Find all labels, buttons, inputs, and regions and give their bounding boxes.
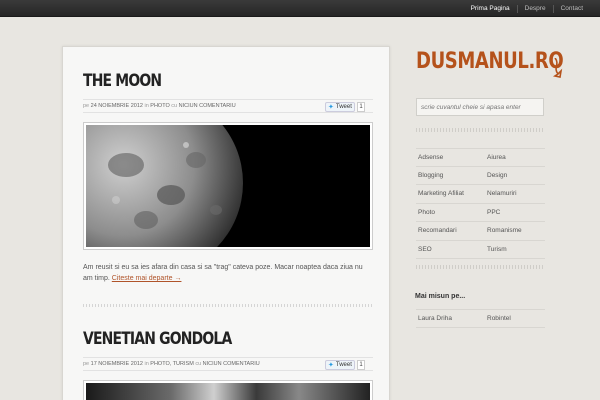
link-robintel[interactable]: Robintel [485, 310, 545, 327]
main-content: The Moon pe 24 noiembrie 2012 in Photo c… [62, 46, 390, 400]
tweet-count: 1 [357, 102, 365, 112]
links-widget-title: Mai misun pe... [415, 293, 466, 300]
category-adsense[interactable]: Adsense [416, 149, 485, 166]
category-row: Blogging Design [416, 167, 545, 185]
gondola-photo [86, 383, 370, 400]
post-title[interactable]: Venetian Gondola [83, 329, 321, 349]
post-the-moon: The Moon pe 24 noiembrie 2012 in Photo c… [83, 71, 373, 307]
nav-contact[interactable]: Contact [552, 4, 590, 13]
tweet-count: 1 [357, 360, 365, 370]
post-date[interactable]: 17 noiembrie 2012 [91, 361, 143, 367]
top-nav: Prima Pagina Despre Contact [464, 0, 590, 17]
moon-graphic [86, 125, 243, 247]
tweet-button[interactable]: ✦ Tweet [325, 102, 355, 112]
post-excerpt: Am reusit si eu sa ies afara din casa si… [83, 262, 373, 284]
category-row: Photo PPC [416, 204, 545, 222]
category-design[interactable]: Design [485, 167, 545, 185]
twitter-icon: ✦ [328, 104, 334, 111]
category-blogging[interactable]: Blogging [416, 167, 485, 185]
post-meta: pe 24 noiembrie 2012 in Photo cu niciun … [83, 99, 373, 113]
post-venetian-gondola: Venetian Gondola pe 17 noiembrie 2012 in… [83, 329, 373, 400]
category-turism[interactable]: Turism [485, 241, 545, 259]
tweet-label: Tweet [335, 104, 352, 110]
category-aiurea[interactable]: Aiurea [485, 149, 545, 166]
site-logo[interactable]: DUSMANUL.RO [416, 49, 564, 74]
tweet-label: Tweet [335, 362, 352, 368]
twitter-icon: ✦ [328, 362, 334, 369]
meta-prefix: pe [83, 103, 90, 109]
category-recomandari[interactable]: Recomandari [416, 222, 485, 240]
top-bar: Prima Pagina Despre Contact [0, 0, 600, 17]
category-romanisme[interactable]: Romanisme [485, 222, 545, 240]
post-comments[interactable]: niciun comentariu [179, 103, 236, 109]
category-row: Adsense Aiurea [416, 148, 545, 167]
meta-in: in [144, 103, 149, 109]
post-image-moon[interactable] [83, 122, 373, 250]
tweet-button[interactable]: ✦ Tweet [325, 360, 355, 370]
category-row: Marketing Afiliat Nelamuriri [416, 185, 545, 204]
meta-cu: cu [195, 361, 202, 367]
category-row: Recomandari Romanisme [416, 222, 545, 241]
meta-prefix: pe [83, 361, 90, 367]
category-photo[interactable]: Photo [416, 204, 485, 222]
post-date[interactable]: 24 noiembrie 2012 [91, 103, 143, 109]
search-input[interactable] [416, 98, 544, 116]
search-divider [416, 128, 545, 132]
nav-about[interactable]: Despre [516, 4, 553, 13]
meta-in: in [144, 361, 149, 367]
category-row: SEO Turism [416, 241, 545, 259]
link-laura-driha[interactable]: Laura Driha [416, 310, 485, 327]
categories-divider [416, 265, 545, 269]
post-image-gondola[interactable] [83, 380, 373, 400]
devil-tail-icon [552, 58, 563, 78]
post-title[interactable]: The Moon [83, 71, 321, 91]
post-meta-text: pe 17 noiembrie 2012 in Photo, Turism cu… [83, 361, 260, 367]
category-list: Adsense Aiurea Blogging Design Marketing… [416, 148, 545, 259]
moon-photo [86, 125, 370, 247]
read-more-link[interactable]: Citeste mai departe → [112, 275, 182, 282]
category-ppc[interactable]: PPC [485, 204, 545, 222]
nav-home[interactable]: Prima Pagina [464, 5, 517, 13]
post-comments[interactable]: niciun comentariu [203, 361, 260, 367]
post-category[interactable]: Photo [150, 103, 169, 109]
meta-cu: cu [171, 103, 178, 109]
post-divider [83, 304, 373, 307]
post-meta: pe 17 noiembrie 2012 in Photo, Turism cu… [83, 357, 373, 371]
category-seo[interactable]: SEO [416, 241, 485, 259]
post-category[interactable]: Photo, Turism [150, 361, 194, 367]
category-marketing-afiliat[interactable]: Marketing Afiliat [416, 185, 485, 203]
category-nelamuriri[interactable]: Nelamuriri [485, 185, 545, 203]
post-meta-text: pe 24 noiembrie 2012 in Photo cu niciun … [83, 103, 236, 109]
links-list: Laura Driha Robintel [416, 309, 545, 328]
